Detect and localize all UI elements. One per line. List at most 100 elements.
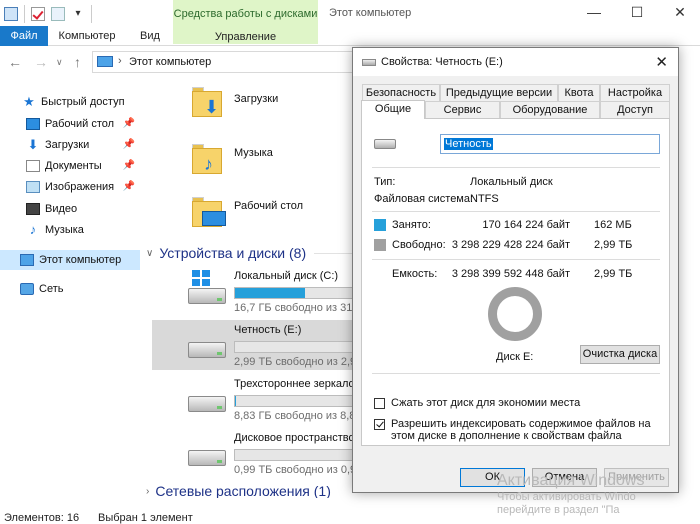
dialog-close-button[interactable]: ✕ xyxy=(655,53,668,71)
window-title: Этот компьютер xyxy=(329,7,412,19)
computer-icon xyxy=(20,254,34,266)
music-note-icon: ♪ xyxy=(204,154,213,174)
pin-icon[interactable]: 📌 xyxy=(123,160,135,171)
maximize-button[interactable]: ☐ xyxy=(617,3,657,23)
divider xyxy=(372,373,660,374)
used-short: 162 МБ xyxy=(594,219,632,231)
chevron-down-icon[interactable]: ▾ xyxy=(71,7,85,21)
nav-item-downloads[interactable]: ⬇ Загрузки 📌 xyxy=(0,135,140,155)
tab-file[interactable]: Файл xyxy=(0,26,48,46)
index-option[interactable]: Разрешить индексировать содержимое файло… xyxy=(374,418,664,442)
videos-icon xyxy=(26,203,40,215)
up-icon[interactable]: ↑ xyxy=(74,54,81,70)
index-checkbox[interactable] xyxy=(374,419,385,430)
nav-label: Видео xyxy=(45,203,78,215)
disk-cleanup-button[interactable]: Очистка диска xyxy=(580,345,660,364)
nav-label: Сеть xyxy=(39,283,64,295)
free-bytes: 3 298 229 428 224 байт xyxy=(451,239,570,251)
watermark-title: Активация Windows xyxy=(497,472,645,489)
folder-label[interactable]: Загрузки xyxy=(234,93,278,105)
watermark-line: Чтобы активировать Windo xyxy=(497,491,636,503)
usage-donut-chart xyxy=(488,287,542,341)
address-bar[interactable]: › Этот компьютер xyxy=(92,51,362,73)
selection-count: Выбран 1 элемент xyxy=(98,512,193,524)
tab-tools[interactable]: Сервис xyxy=(425,101,500,118)
hard-drive-icon xyxy=(188,288,226,304)
compress-checkbox[interactable] xyxy=(374,398,385,409)
network-group-header[interactable]: › Сетевые расположения (1) xyxy=(146,483,354,498)
recent-chevron-icon[interactable]: ∨ xyxy=(56,57,63,68)
computer-icon xyxy=(4,7,18,21)
drive-usage-fill xyxy=(235,396,237,406)
arrow-down-icon: ⬇ xyxy=(204,97,220,117)
star-icon: ★ xyxy=(23,94,35,109)
tab-sharing[interactable]: Доступ xyxy=(600,101,670,118)
nav-item-documents[interactable]: Документы 📌 xyxy=(0,156,140,176)
drive-usage-bar xyxy=(234,287,354,299)
nav-quick-access[interactable]: ★ Быстрый доступ xyxy=(0,92,140,112)
type-label: Тип: xyxy=(374,176,396,188)
network-icon xyxy=(20,283,34,295)
tab-previous-versions[interactable]: Предыдущие версии xyxy=(440,84,558,101)
tab-security[interactable]: Безопасность xyxy=(362,84,440,101)
nav-item-music[interactable]: ♪ Музыка xyxy=(0,220,140,240)
computer-icon xyxy=(97,56,113,67)
music-folder-icon[interactable]: ♪ xyxy=(192,144,228,174)
nav-label: Документы xyxy=(45,160,102,172)
dialog-title: Свойства: Четность (E:) xyxy=(381,56,503,68)
chevron-right-icon: › xyxy=(146,485,150,497)
breadcrumb-separator-icon[interactable]: › xyxy=(118,55,122,67)
nav-item-pictures[interactable]: Изображения 📌 xyxy=(0,177,140,197)
nav-item-desktop[interactable]: Рабочий стол 📌 xyxy=(0,114,140,134)
nav-item-this-pc[interactable]: Этот компьютер xyxy=(0,250,140,270)
index-label: Разрешить индексировать содержимое файло… xyxy=(391,418,651,442)
tab-quota[interactable]: Квота xyxy=(558,84,600,101)
drive-label-input[interactable]: Четность xyxy=(440,134,660,154)
dialog-titlebar: Свойства: Четность (E:) ✕ xyxy=(353,48,678,76)
breadcrumb[interactable]: Этот компьютер xyxy=(129,56,211,68)
nav-item-videos[interactable]: Видео xyxy=(0,199,140,219)
pin-icon[interactable]: 📌 xyxy=(123,139,135,150)
drive-name: Четность (E:) xyxy=(234,324,302,336)
tab-general[interactable]: Общие xyxy=(361,100,425,119)
folder-label[interactable]: Рабочий стол xyxy=(234,200,303,212)
drive-free-space: 2,99 ТБ свободно из 2,99 xyxy=(234,356,354,368)
tab-hardware[interactable]: Оборудование xyxy=(500,101,600,118)
used-bytes: 170 164 224 байт xyxy=(482,219,570,231)
divider xyxy=(372,167,660,168)
drive-tile-mirror[interactable]: Трехстороннее зеркало 8,83 ГБ свободно и… xyxy=(152,374,354,424)
properties-icon[interactable] xyxy=(31,7,45,21)
minimize-button[interactable]: — xyxy=(574,3,614,23)
close-button[interactable]: ✕ xyxy=(660,3,700,23)
drive-tile-c[interactable]: Локальный диск (C:) 16,7 ГБ свободно из … xyxy=(152,266,354,316)
watermark-line: перейдите в раздел "Па xyxy=(497,504,620,516)
drive-name: Трехстороннее зеркало xyxy=(234,378,354,390)
compress-option[interactable]: Сжать этот диск для экономии места xyxy=(374,397,580,409)
hard-drive-icon xyxy=(188,342,226,358)
back-icon[interactable]: ← xyxy=(8,54,22,70)
drive-tile-space[interactable]: Дисковое пространство 0,99 ТБ свободно и… xyxy=(152,428,354,478)
tab-computer[interactable]: Компьютер xyxy=(52,26,122,46)
group-title: Устройства и диски (8) xyxy=(159,245,307,261)
drive-tile-e[interactable]: Четность (E:) 2,99 ТБ свободно из 2,99 xyxy=(152,320,354,370)
pin-icon[interactable]: 📌 xyxy=(123,118,135,129)
drive-name: Локальный диск (C:) xyxy=(234,270,339,282)
downloads-folder-icon[interactable]: ⬇ xyxy=(192,87,228,117)
properties-dialog: Свойства: Четность (E:) ✕ Безопасность П… xyxy=(352,47,679,493)
nav-item-network[interactable]: Сеть xyxy=(0,279,140,299)
desktop-icon xyxy=(26,118,40,130)
general-tab-panel: Четность Тип: Локальный диск Файловая си… xyxy=(361,118,670,446)
nav-label: Рабочий стол xyxy=(45,118,115,130)
pin-icon[interactable]: 📌 xyxy=(123,181,135,192)
drive-usage-fill xyxy=(235,288,305,298)
devices-group-header[interactable]: ∨ Устройства и диски (8) xyxy=(146,245,354,261)
folder-label[interactable]: Музыка xyxy=(234,147,273,159)
disk-label: Диск E: xyxy=(496,351,534,363)
screen-icon xyxy=(202,211,226,226)
new-folder-icon[interactable] xyxy=(51,7,65,21)
tab-customize[interactable]: Настройка xyxy=(600,84,670,101)
desktop-folder-icon[interactable] xyxy=(192,197,228,227)
type-value: Локальный диск xyxy=(470,176,553,188)
tab-view[interactable]: Вид xyxy=(130,26,170,46)
forward-icon[interactable]: → xyxy=(34,54,48,70)
